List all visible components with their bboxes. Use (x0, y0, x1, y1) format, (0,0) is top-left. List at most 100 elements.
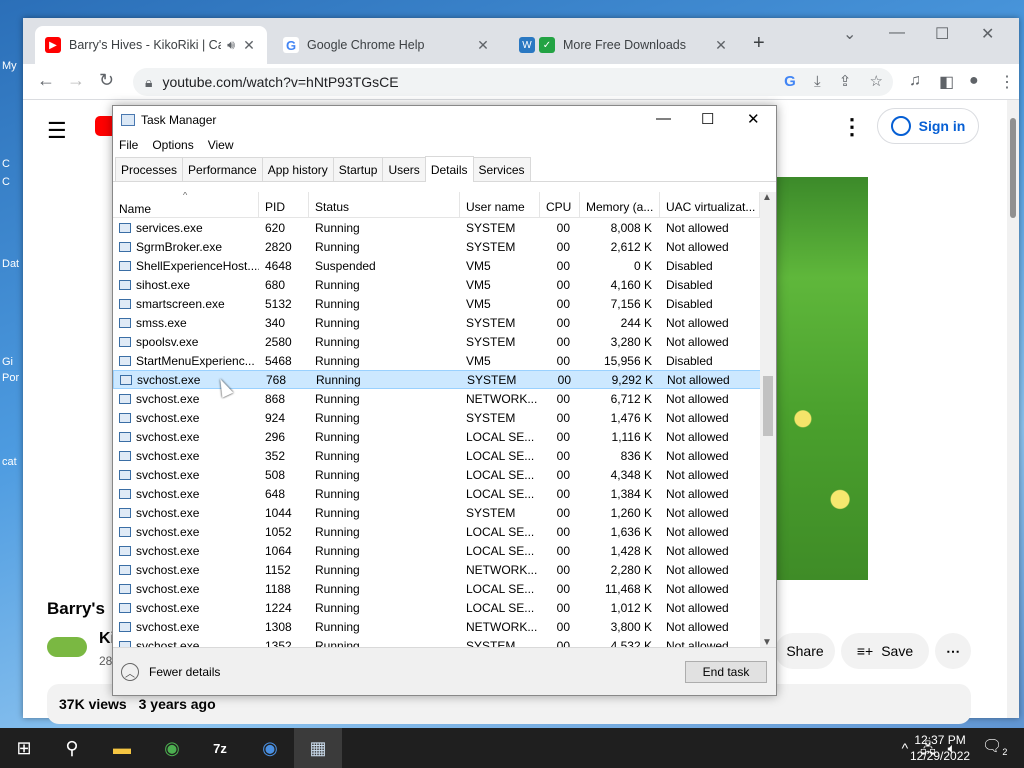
menu-view[interactable]: View (208, 138, 234, 152)
notification-icon[interactable]: 🗨︎2 (982, 736, 1007, 757)
desktop-icon-label[interactable]: cat (2, 456, 17, 468)
desktop-icon-label[interactable]: Gi (2, 356, 13, 368)
lock-icon[interactable]: 🔒︎ (145, 74, 152, 91)
table-row[interactable]: svchost.exe 1152 Running NETWORK... 00 2,280 … (113, 560, 776, 579)
table-row[interactable]: smss.exe 340 Running SYSTEM 00 244 K Not allow… (113, 313, 776, 332)
table-row[interactable]: smartscreen.exe 5132 Running VM5 00 7,156 K Di… (113, 294, 776, 313)
tab-chrome-help[interactable]: G Google Chrome Help ✕ (273, 26, 501, 64)
desktop-icon-label[interactable]: Dat (2, 258, 19, 270)
file-explorer-icon[interactable]: ▬ (98, 728, 146, 768)
minimize-button[interactable]: — (889, 24, 905, 42)
maximize-button[interactable]: ☐ (701, 110, 714, 128)
desktop-icon-label[interactable]: My (2, 60, 17, 72)
table-row[interactable]: spoolsv.exe 2580 Running SYSTEM 00 3,280 K Not… (113, 332, 776, 351)
desktop-icon-label[interactable]: C (2, 158, 10, 170)
tab-services[interactable]: Services (472, 157, 531, 181)
column-header-pid[interactable]: PID (259, 192, 309, 217)
hamburger-menu-icon[interactable]: ☰ (47, 118, 67, 144)
more-options-icon[interactable]: ⋮ (841, 114, 863, 140)
save-button[interactable]: ≡+ Save (841, 633, 929, 669)
page-scrollbar[interactable] (1007, 100, 1019, 718)
maximize-button[interactable]: ☐ (935, 24, 949, 44)
start-icon[interactable]: ⊞ (0, 728, 48, 768)
scrollbar-thumb[interactable] (1010, 118, 1016, 218)
media-icon[interactable]: ♫ (909, 72, 921, 90)
end-task-button[interactable]: End task (685, 661, 767, 683)
task-manager-icon[interactable]: ▦ (294, 728, 342, 768)
reload-button[interactable]: ↻ (99, 70, 114, 91)
table-row[interactable]: svchost.exe 352 Running LOCAL SE... 00 836 K N… (113, 446, 776, 465)
forward-button[interactable]: → (67, 70, 85, 91)
tab-details[interactable]: Details (424, 156, 474, 182)
close-tab-icon[interactable]: ✕ (475, 37, 491, 54)
tab-search-icon[interactable]: ⌄ (843, 24, 856, 44)
column-header-uac[interactable]: UAC virtualizat... (660, 192, 760, 217)
tab-youtube[interactable]: ▶ Barry's Hives - KikoRiki | Car 🔊︎ ✕ (35, 26, 267, 64)
side-panel-icon[interactable]: ◧ (939, 72, 954, 92)
speaker-icon[interactable]: 🔊︎ (227, 38, 235, 53)
fewer-details-button[interactable]: ︿ Fewer details (121, 663, 220, 681)
tab-processes[interactable]: Processes (115, 157, 184, 181)
table-row[interactable]: svchost.exe 1044 Running SYSTEM 00 1,260 K Not… (113, 503, 776, 522)
tab-users[interactable]: Users (382, 157, 426, 181)
table-row[interactable]: svchost.exe 1064 Running LOCAL SE... 00 1,428… (113, 541, 776, 560)
search-icon[interactable]: ⚲ (48, 728, 96, 768)
chrome-menu-icon[interactable]: ⋮ (999, 72, 1015, 92)
menu-options[interactable]: Options (152, 138, 193, 152)
column-header-cpu[interactable]: CPU (540, 192, 580, 217)
table-row[interactable]: svchost.exe 924 Running SYSTEM 00 1,476 K Not … (113, 408, 776, 427)
tab-app-history[interactable]: App history (261, 157, 334, 181)
channel-avatar[interactable] (47, 637, 87, 657)
tab-downloads[interactable]: W ✓ More Free Downloads ✕ (509, 26, 739, 64)
url-text[interactable]: youtube.com/watch?v=hNtP93TGsCE (162, 74, 398, 90)
scrollbar-thumb[interactable] (763, 376, 773, 436)
table-row[interactable]: svchost.exe 1224 Running LOCAL SE... 00 1,012… (113, 598, 776, 617)
table-row[interactable]: SgrmBroker.exe 2820 Running SYSTEM 00 2,612 K… (113, 237, 776, 256)
table-row[interactable]: svchost.exe 868 Running NETWORK... 00 6,712 K… (113, 389, 776, 408)
share-button[interactable]: Share (775, 633, 835, 669)
google-translate-icon[interactable]: G (784, 73, 796, 90)
chevron-up-icon[interactable]: ^ (902, 740, 909, 756)
video-player[interactable] (775, 177, 868, 580)
chrome-icon[interactable]: ◉ (148, 728, 196, 768)
menu-file[interactable]: File (119, 138, 138, 152)
sign-in-button[interactable]: Sign in (877, 108, 979, 144)
share-icon[interactable]: ⇪ (839, 73, 852, 90)
tab-performance[interactable]: Performance (182, 157, 263, 181)
back-button[interactable]: ← (37, 70, 55, 91)
minimize-button[interactable]: — (656, 110, 671, 127)
table-row[interactable]: svchost.exe 648 Running LOCAL SE... 00 1,384 … (113, 484, 776, 503)
table-row[interactable]: services.exe 620 Running SYSTEM 00 8,008 K Not… (113, 218, 776, 237)
install-icon[interactable]: ⤓ (814, 73, 821, 90)
close-tab-icon[interactable]: ✕ (241, 37, 257, 54)
chrome-alt-icon[interactable]: ◉ (246, 728, 294, 768)
table-row[interactable]: svchost.exe 1188 Running LOCAL SE... 00 11,46… (113, 579, 776, 598)
tab-startup[interactable]: Startup (332, 157, 384, 181)
close-tab-icon[interactable]: ✕ (713, 37, 729, 54)
table-row[interactable]: sihost.exe 680 Running VM5 00 4,160 K Disabled (113, 275, 776, 294)
scroll-up-icon[interactable]: ▲ (762, 192, 772, 203)
close-button[interactable]: ✕ (747, 110, 760, 128)
table-row[interactable]: svchost.exe 1308 Running NETWORK... 00 3,800 … (113, 617, 776, 636)
table-row[interactable]: svchost.exe 1052 Running LOCAL SE... 00 1,636… (113, 522, 776, 541)
bookmark-star-icon[interactable]: ☆ (870, 73, 883, 90)
address-bar[interactable]: 🔒︎ youtube.com/watch?v=hNtP93TGsCE G ⤓ ⇪… (133, 68, 893, 96)
table-scrollbar[interactable]: ▲ ▼ (760, 192, 776, 648)
new-tab-button[interactable]: + (753, 32, 765, 55)
table-row[interactable]: svchost.exe 296 Running LOCAL SE... 00 1,116 … (113, 427, 776, 446)
column-header-status[interactable]: Status (309, 192, 460, 217)
clock[interactable]: 12:37 PM 12/29/2022 (910, 732, 970, 764)
table-row[interactable]: svchost.exe 508 Running LOCAL SE... 00 4,348 … (113, 465, 776, 484)
table-row[interactable]: StartMenuExperienc... 5468 Running VM5 00 15,… (113, 351, 776, 370)
close-button[interactable]: ✕ (981, 24, 994, 44)
desktop-icon-label[interactable]: Por (2, 372, 19, 384)
column-header-user[interactable]: User name (460, 192, 540, 217)
table-row[interactable]: svchost.exe 768 Running SYSTEM 00 9,292 K Not … (113, 370, 776, 389)
more-actions-button[interactable]: ⋯ (935, 633, 971, 669)
column-header-memory[interactable]: Memory (a... (580, 192, 660, 217)
table-row[interactable]: ShellExperienceHost.... 4648 Suspended VM5 0… (113, 256, 776, 275)
desktop-icon-label[interactable]: C (2, 176, 10, 188)
profile-icon[interactable]: ● (969, 72, 979, 90)
7zip-icon[interactable]: 7z (196, 728, 244, 768)
title-bar[interactable]: Task Manager — ☐ ✕ (113, 106, 776, 134)
